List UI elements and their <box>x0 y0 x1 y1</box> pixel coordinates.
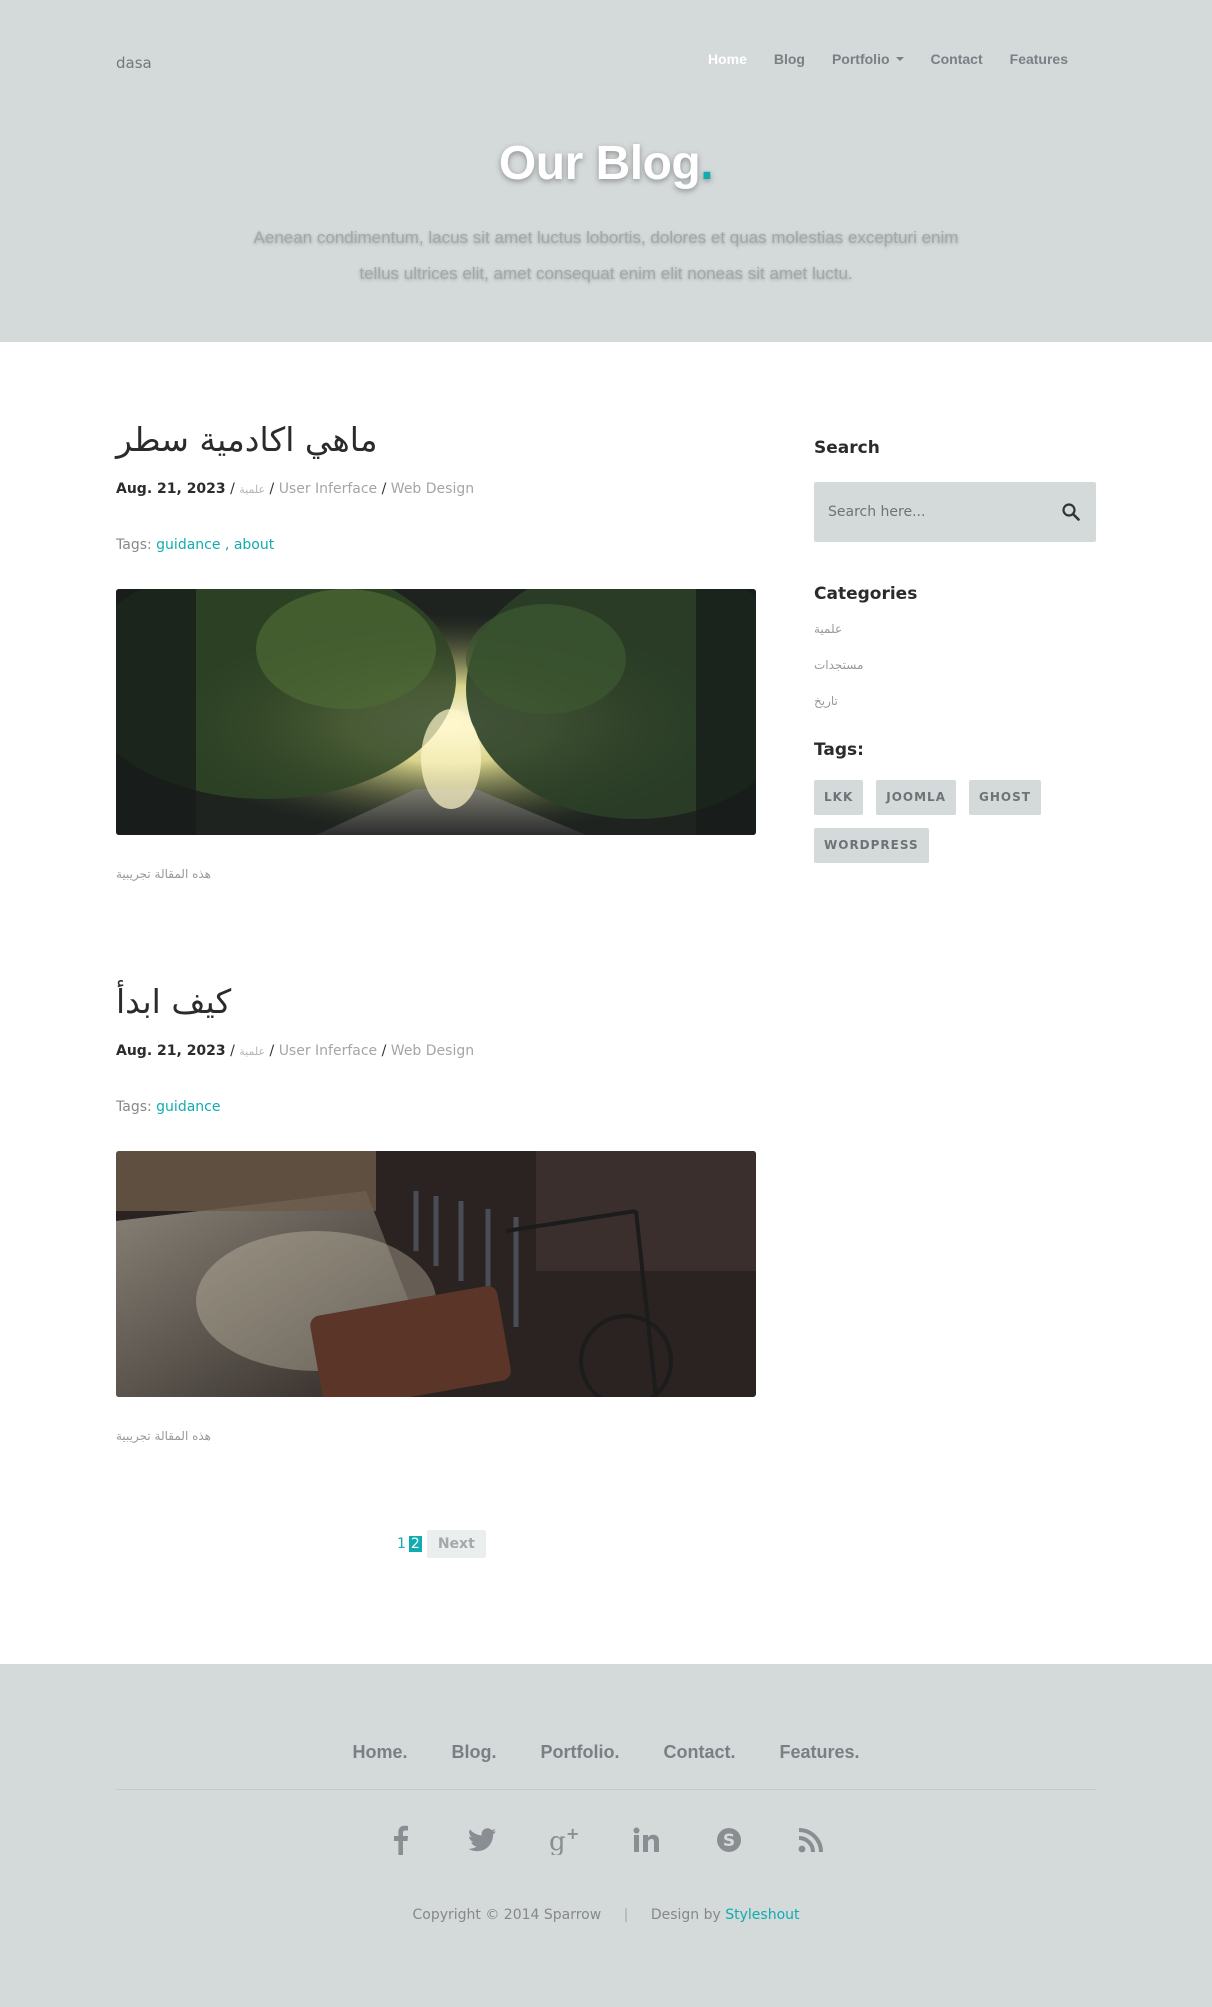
post-tag-link[interactable]: about <box>234 537 274 553</box>
social-links: g + S <box>0 1824 1212 1856</box>
bicycle-street-image[interactable] <box>116 1151 756 1397</box>
post-tags: Tags: guidance <box>116 1099 756 1115</box>
linkedin-icon[interactable] <box>631 1824 663 1856</box>
footer-nav-features[interactable]: Features. <box>779 1742 859 1763</box>
tags-label: Tags: <box>116 537 152 553</box>
sunlit-tree-lined-road-image[interactable] <box>116 589 756 835</box>
search-input[interactable] <box>814 482 1034 542</box>
skype-icon-graphic: S <box>717 1828 741 1852</box>
categories-heading: Categories <box>814 584 918 604</box>
main-nav: Home Blog Portfolio Contact Features <box>681 51 1068 67</box>
footer-nav: Home. Blog. Portfolio. Contact. Features… <box>0 1742 1212 1763</box>
post-meta: Aug. 21, 2023 / علمية / User Inferface /… <box>116 481 756 497</box>
nav-portfolio-label: Portfolio <box>831 51 890 67</box>
post-image-graphic <box>116 589 756 835</box>
meta-separator: / <box>381 481 391 497</box>
skype-icon[interactable]: S <box>713 1824 745 1856</box>
search-form <box>814 482 1096 542</box>
copyright-text: Copyright © 2014 Sparrow <box>412 1907 602 1923</box>
twitter-icon-graphic <box>469 1828 496 1852</box>
rss-icon-graphic <box>798 1828 823 1853</box>
content-area: ماهي اكادمية سطر Aug. 21, 2023 / علمية /… <box>0 342 1212 1664</box>
tag-pill[interactable]: JOOMLA <box>876 780 956 815</box>
next-page-button[interactable]: Next <box>426 1530 486 1558</box>
post-category-link[interactable]: علمية <box>239 483 265 496</box>
tag-pill[interactable]: GHOST <box>969 780 1041 815</box>
post-category-link[interactable]: Web Design <box>391 481 474 497</box>
post-date: Aug. 21, 2023 <box>116 481 226 497</box>
copyright: Copyright © 2014 Sparrow | Design by Sty… <box>0 1907 1212 1923</box>
post-tags: Tags: guidance , about <box>116 537 756 553</box>
post-category-link[interactable]: User Inferface <box>279 1043 377 1059</box>
search-icon-graphic <box>1062 503 1080 521</box>
post-tag-link[interactable]: guidance <box>156 1099 220 1115</box>
category-link[interactable]: علمية <box>814 618 1096 654</box>
google-plus-icon-graphic: g + <box>549 1825 579 1855</box>
tag-pill[interactable]: WORDPRESS <box>814 828 929 863</box>
footer-nav-contact[interactable]: Contact. <box>663 1742 735 1763</box>
page-link-1[interactable]: 1 <box>396 1536 407 1552</box>
nav-portfolio[interactable]: Portfolio <box>832 51 904 67</box>
pagination: 1 2 Next <box>396 1530 486 1558</box>
site-logo[interactable]: dasa <box>116 54 152 72</box>
footer-divider <box>116 1789 1096 1790</box>
post-title[interactable]: كيف ابدأ <box>116 982 756 1021</box>
meta-separator: / <box>381 1043 391 1059</box>
category-list: علمية مستجدات تاريخ <box>814 618 1096 726</box>
meta-separator: / <box>230 1043 240 1059</box>
search-icon[interactable] <box>1062 503 1080 525</box>
post-category-link[interactable]: User Inferface <box>279 481 377 497</box>
design-by-label: Design by <box>650 1907 721 1923</box>
styleshout-link[interactable]: Styleshout <box>725 1907 799 1923</box>
post-category-link[interactable]: Web Design <box>391 1043 474 1059</box>
svg-text:S: S <box>723 1831 735 1851</box>
tags-heading: Tags: <box>814 740 864 760</box>
post-title[interactable]: ماهي اكادمية سطر <box>116 420 756 459</box>
sidebar: Search Categories علمية مستجدات تاريخ Ta… <box>814 438 1096 876</box>
category-link[interactable]: تاريخ <box>814 690 1096 726</box>
meta-separator: / <box>269 1043 279 1059</box>
tag-cloud: LKK JOOMLA GHOST WORDPRESS <box>814 780 1096 876</box>
linkedin-icon-graphic <box>633 1827 659 1852</box>
footer-nav-home[interactable]: Home. <box>352 1742 407 1763</box>
tag-pill[interactable]: LKK <box>814 780 864 815</box>
copyright-separator: | <box>623 1907 629 1923</box>
facebook-icon[interactable] <box>385 1824 417 1856</box>
footer-nav-portfolio[interactable]: Portfolio. <box>540 1742 619 1763</box>
site-footer: Home. Blog. Portfolio. Contact. Features… <box>0 1664 1212 2007</box>
site-header: dasa Home Blog Portfolio Contact Feature… <box>0 0 1212 342</box>
nav-home[interactable]: Home <box>708 51 747 67</box>
page-link-2-current[interactable]: 2 <box>408 1536 422 1552</box>
svg-text:g: g <box>549 1827 566 1855</box>
footer-nav-blog[interactable]: Blog. <box>451 1742 496 1763</box>
meta-separator: / <box>230 481 240 497</box>
post-image-graphic <box>116 1151 756 1397</box>
post-meta: Aug. 21, 2023 / علمية / User Inferface /… <box>116 1043 756 1059</box>
post-tag-link[interactable]: guidance <box>156 537 220 553</box>
page-title: Our Blog. <box>0 136 1212 191</box>
page-title-dot: . <box>700 137 714 190</box>
post-date: Aug. 21, 2023 <box>116 1043 226 1059</box>
tags-label: Tags: <box>116 1099 152 1115</box>
category-link[interactable]: مستجدات <box>814 654 1096 690</box>
page-subtitle: Aenean condimentum, lacus sit amet luctu… <box>253 228 959 283</box>
post-excerpt: هذه المقالة تجريبية <box>116 1429 212 1443</box>
twitter-icon[interactable] <box>467 1824 499 1856</box>
meta-separator: / <box>269 481 279 497</box>
search-heading: Search <box>814 438 880 458</box>
blog-post: كيف ابدأ Aug. 21, 2023 / علمية / User In… <box>116 982 756 1443</box>
nav-contact[interactable]: Contact <box>931 51 983 67</box>
caret-down-icon <box>895 57 904 61</box>
post-category-link[interactable]: علمية <box>239 1045 265 1058</box>
nav-features[interactable]: Features <box>1010 51 1068 67</box>
facebook-icon-graphic <box>394 1825 408 1855</box>
svg-text:+: + <box>566 1825 579 1843</box>
google-plus-icon[interactable]: g + <box>549 1824 581 1856</box>
tag-separator: , <box>220 537 234 553</box>
post-excerpt: هذه المقالة تجريبية <box>116 867 212 881</box>
blog-post: ماهي اكادمية سطر Aug. 21, 2023 / علمية /… <box>116 420 756 881</box>
nav-blog[interactable]: Blog <box>774 51 805 67</box>
page-title-text: Our Blog <box>498 137 701 190</box>
rss-icon[interactable] <box>795 1824 827 1856</box>
